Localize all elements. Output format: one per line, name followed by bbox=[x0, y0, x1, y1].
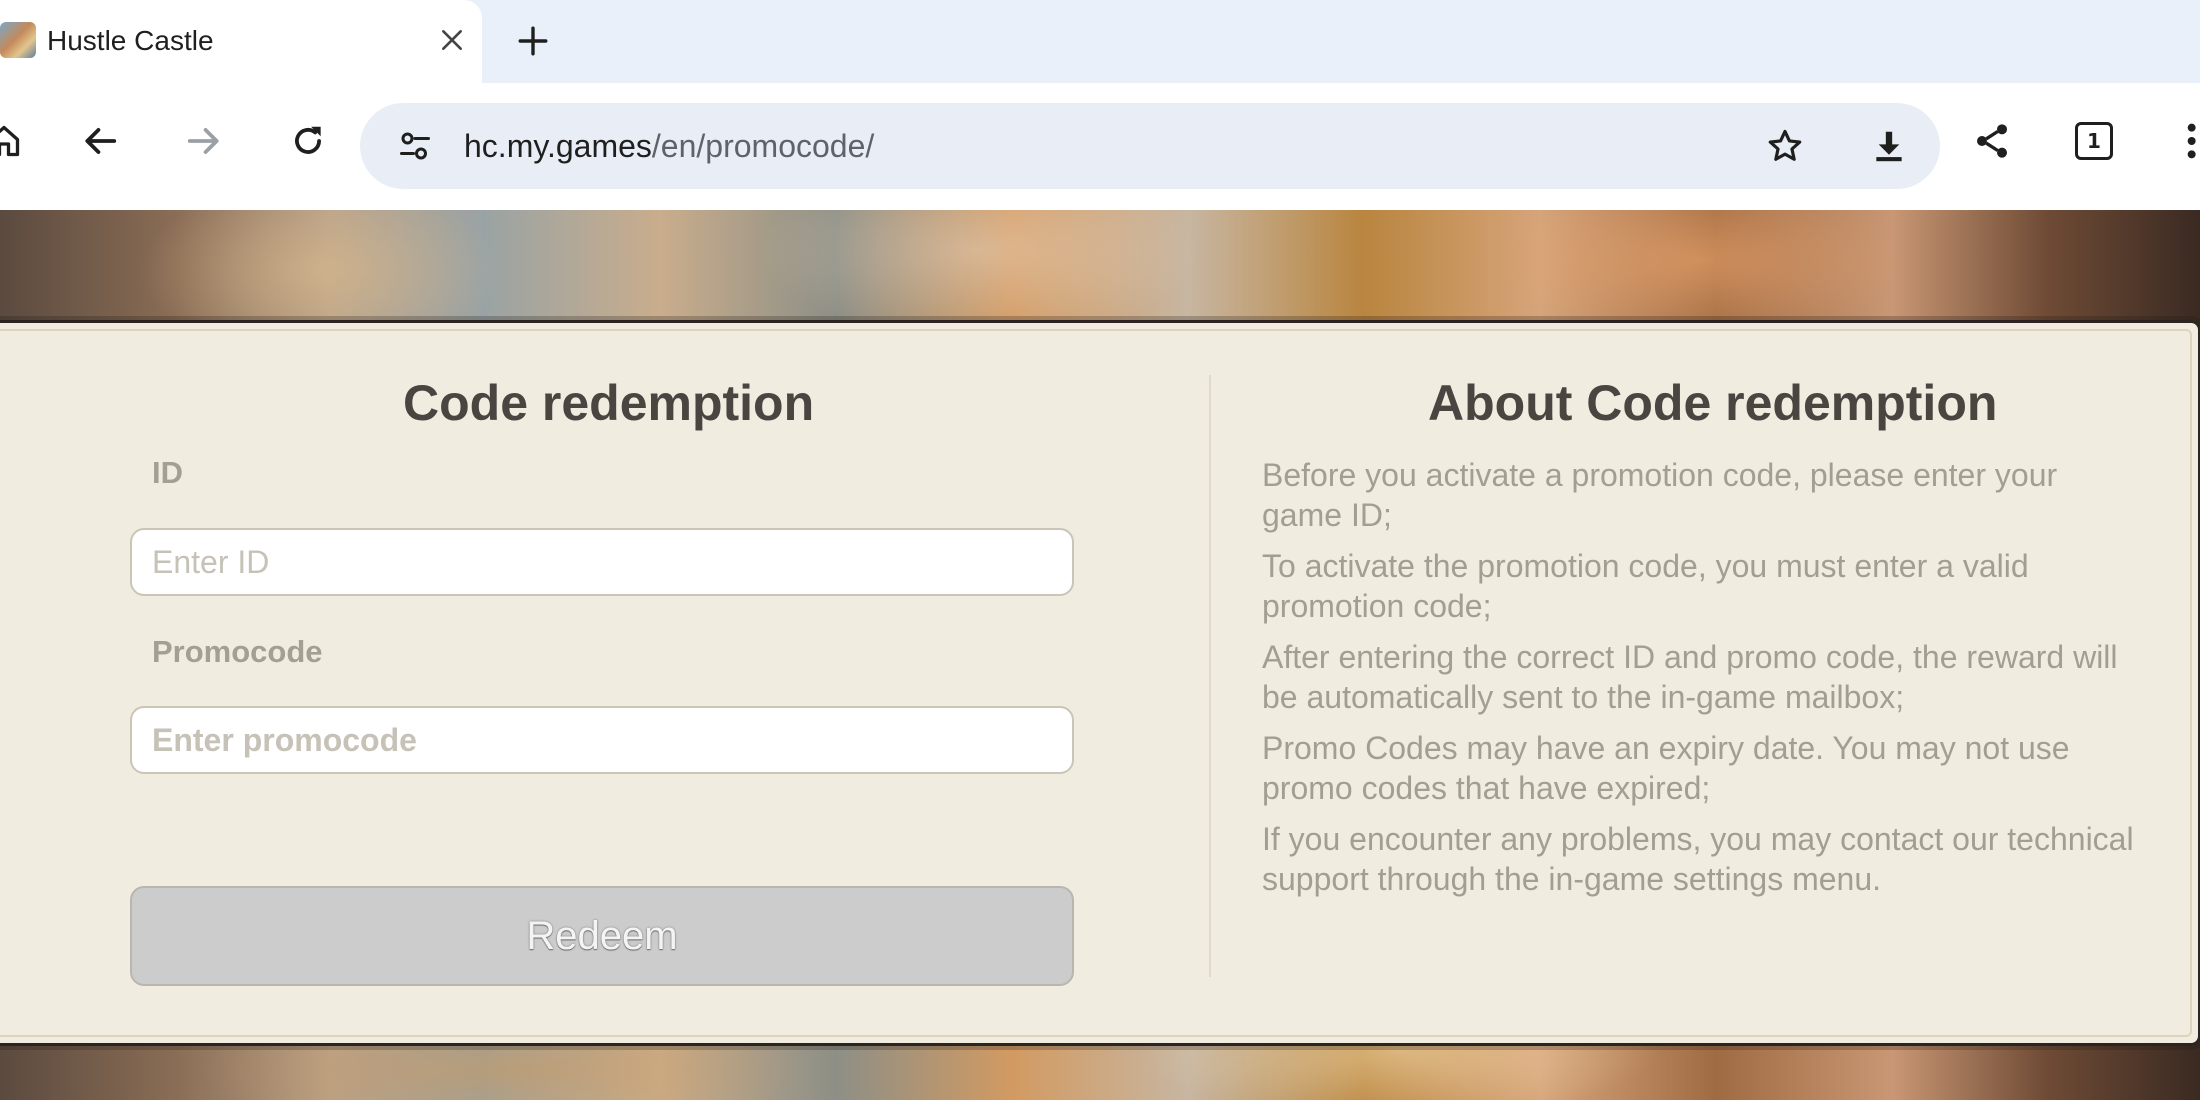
browser-tab[interactable]: Hustle Castle bbox=[0, 0, 482, 83]
close-tab-button[interactable] bbox=[432, 20, 472, 60]
new-tab-button[interactable] bbox=[510, 18, 556, 64]
site-settings-button[interactable] bbox=[390, 121, 440, 171]
about-item: Before you activate a promotion code, pl… bbox=[1262, 457, 2058, 533]
tab-title: Hustle Castle bbox=[47, 25, 214, 56]
share-icon bbox=[1977, 124, 2007, 158]
id-label: ID bbox=[152, 455, 183, 490]
url-host: hc.my.games bbox=[464, 128, 652, 164]
forward-icon bbox=[187, 128, 219, 154]
tab-strip: Hustle Castle bbox=[0, 0, 2200, 83]
star-icon bbox=[1768, 129, 1802, 161]
download-icon bbox=[1876, 131, 1902, 162]
home-button[interactable] bbox=[0, 115, 30, 167]
id-input[interactable] bbox=[130, 528, 1074, 596]
url-text[interactable]: hc.my.games/en/promocode/ bbox=[464, 127, 874, 165]
about-item: If you encounter any problems, you may c… bbox=[1262, 821, 2134, 897]
reload-button[interactable] bbox=[282, 115, 334, 167]
about-item: Promo Codes may have an expiry date. You… bbox=[1262, 730, 2070, 806]
browser-toolbar: hc.my.games/en/promocode/ 1 bbox=[0, 83, 2200, 210]
close-icon bbox=[442, 30, 462, 50]
promocode-label: Promocode bbox=[152, 634, 323, 669]
about-item: After entering the correct ID and promo … bbox=[1262, 639, 2118, 715]
back-button[interactable] bbox=[74, 115, 126, 167]
column-divider bbox=[1209, 375, 1211, 977]
page-content: Code redemption ID Promocode Redeem Abou… bbox=[0, 210, 2200, 1100]
redemption-title: Code redemption bbox=[403, 375, 815, 431]
hustle-castle-favicon-icon bbox=[0, 22, 36, 58]
promocode-input[interactable] bbox=[130, 706, 1074, 774]
download-button[interactable] bbox=[1864, 121, 1914, 171]
more-menu-icon bbox=[2187, 123, 2196, 159]
tab-switcher-icon: 1 bbox=[2075, 122, 2113, 160]
url-path: /en/promocode/ bbox=[651, 128, 875, 164]
tab-switcher-button[interactable]: 1 bbox=[2068, 115, 2120, 167]
plus-icon bbox=[518, 26, 548, 56]
reload-icon bbox=[295, 126, 321, 154]
redeem-button[interactable]: Redeem bbox=[130, 886, 1074, 986]
about-title: About Code redemption bbox=[1428, 375, 1998, 431]
forward-button[interactable] bbox=[178, 115, 230, 167]
bookmark-button[interactable] bbox=[1760, 121, 1810, 171]
back-icon bbox=[85, 128, 117, 154]
home-icon bbox=[0, 125, 20, 157]
address-bar[interactable]: hc.my.games/en/promocode/ bbox=[360, 103, 1940, 189]
share-button[interactable] bbox=[1966, 115, 2018, 167]
site-settings-icon bbox=[400, 132, 430, 160]
about-item: To activate the promotion code, you must… bbox=[1262, 548, 2029, 624]
more-menu-button[interactable] bbox=[2170, 115, 2200, 167]
about-list: Before you activate a promotion code, pl… bbox=[1262, 455, 2142, 910]
promocode-panel: Code redemption ID Promocode Redeem Abou… bbox=[0, 320, 2200, 1046]
